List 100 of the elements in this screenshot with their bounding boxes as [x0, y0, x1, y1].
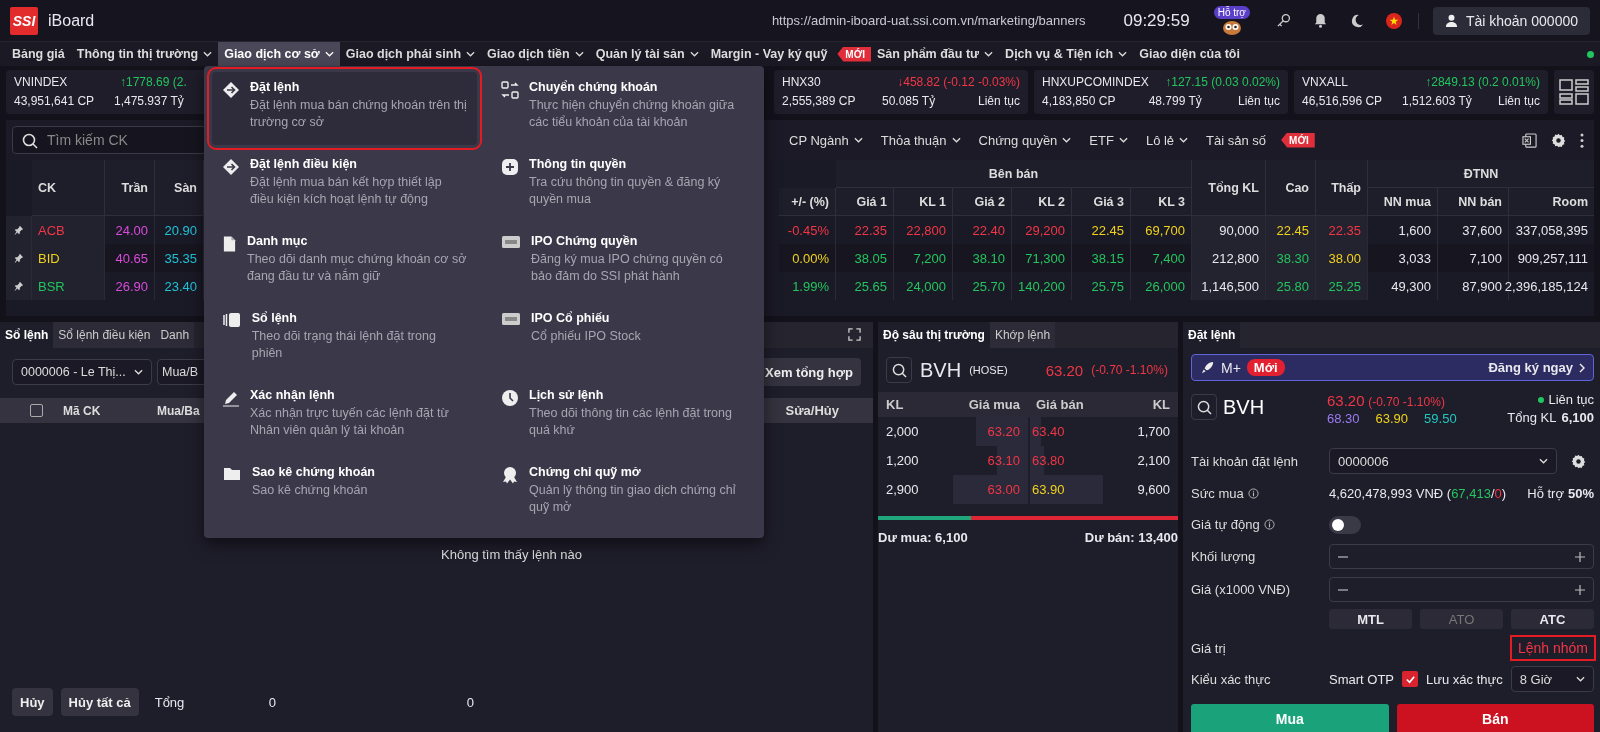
group-order-link[interactable]: Lệnh nhóm	[1511, 637, 1594, 659]
panel-tab[interactable]: Khớp lệnh	[989, 322, 1056, 348]
account-select[interactable]: 0000006	[1329, 448, 1557, 474]
cancel-all-button[interactable]: Hủy tất cả	[60, 688, 139, 716]
document-icon	[222, 235, 237, 253]
flag-icon[interactable]	[1385, 12, 1402, 29]
stock-symbol[interactable]: ACB	[32, 216, 105, 244]
search-icon	[22, 133, 38, 149]
expand-icon[interactable]	[848, 328, 861, 341]
moon-icon[interactable]	[1349, 13, 1364, 28]
index-change: ↑1778.69 (2.	[120, 75, 187, 90]
more-icon[interactable]	[1580, 132, 1584, 148]
table-cell: 25.65	[836, 272, 894, 300]
panel-tab[interactable]: Danh	[155, 322, 195, 348]
menu-item[interactable]: Thông tin quyền Tra cứu thông tin quyền & đăng ký quyền mua	[491, 149, 756, 222]
field-label: Giá trị	[1191, 640, 1226, 656]
menu-item[interactable]: Chứng chỉ quỹ mở Quản lý thông tin giao dịch chứng chỉ quỹ mở	[491, 457, 756, 530]
account-button[interactable]: Tài khoản 000000	[1432, 6, 1590, 35]
auth-method: Smart OTP	[1329, 671, 1394, 687]
board-filter[interactable]: Lô lẻ	[1138, 132, 1196, 148]
menu-item[interactable]: Đặt lệnh điều kiện Đặt lệnh mua bán kết hợp thiết lập điều kiện kích hoạt lệnh tự động	[212, 149, 477, 222]
search-button[interactable]	[886, 357, 912, 383]
medal-icon	[501, 466, 519, 484]
stock-symbol[interactable]: BSR	[32, 272, 105, 300]
settings-icon[interactable]	[1571, 453, 1586, 469]
menu-item[interactable]: Sao kê chứng khoán Sao kê chứng khoán	[212, 457, 477, 530]
index-card[interactable]: HNX30 ↓458.82 (-0.12 -0.03%) 2,555,389 CP 50.085 Tỷ Liên tục	[774, 70, 1028, 114]
board-filter[interactable]: Thỏa thuận	[873, 132, 968, 148]
price-type-button[interactable]: ATC	[1511, 609, 1594, 629]
index-card[interactable]: VNXALL ↑2849.13 (0.2 0.01%) 46,516,596 CP 1,512.603 Tỷ Liên tục	[1294, 70, 1548, 114]
remember-checkbox[interactable]	[1402, 671, 1418, 687]
nav-menu-item[interactable]: Quản lý tài sản	[589, 42, 705, 66]
plus-icon	[501, 158, 519, 176]
panel-tab[interactable]: Độ sâu thị trường	[878, 322, 990, 348]
user-icon	[1444, 14, 1458, 27]
nav-menu-item[interactable]: Giao diện của tôi	[1133, 42, 1246, 66]
nav-menu-item[interactable]: Thông tin thị trường	[70, 42, 219, 66]
bell-icon[interactable]	[1312, 13, 1328, 28]
ticket-icon	[501, 235, 521, 249]
index-card[interactable]: HNXUPCOMINDEX ↑127.15 (0.03 0.02%) 4,183,850 CP 48.799 Tỷ Liên tục	[1034, 70, 1288, 114]
new-badge: Mới	[1246, 359, 1285, 376]
pin-icon[interactable]	[13, 281, 24, 291]
table-cell: 140,200	[1012, 272, 1072, 300]
board-filter[interactable]: CP Ngành	[782, 132, 870, 148]
total-value: 0	[466, 694, 474, 710]
number-input-field[interactable]	[1329, 544, 1594, 569]
nav-menu-item[interactable]: Dịch vụ & Tiện ích	[999, 42, 1134, 66]
board-filter[interactable]: Tài sản số	[1199, 132, 1274, 148]
toggle-switch[interactable]	[1329, 515, 1361, 534]
price-type-button[interactable]: MTL	[1329, 609, 1412, 629]
excel-export-icon[interactable]	[1522, 132, 1537, 148]
layout-grid-icon[interactable]	[1554, 70, 1594, 114]
stock-symbol[interactable]: BID	[32, 244, 105, 272]
plus-icon[interactable]	[1575, 584, 1585, 595]
menu-item[interactable]: Lịch sử lệnh Theo dõi thông tin các lệnh đặt trong quá khứ	[491, 380, 756, 453]
index-volume: 2,555,389 CP	[782, 94, 857, 109]
nav-menu-item[interactable]: Margin - Vay ký quỹ	[704, 42, 834, 66]
checkmark-icon	[1404, 673, 1416, 685]
key-icon[interactable]	[1275, 13, 1291, 28]
support-badge[interactable]: Hỗ trợ	[1213, 6, 1250, 19]
board-filter[interactable]: ETF	[1082, 132, 1135, 148]
register-link[interactable]: Đăng ký ngay	[1488, 360, 1585, 375]
pin-icon[interactable]	[13, 225, 24, 235]
caret-icon	[466, 51, 476, 57]
column-header: Giá 3	[1072, 188, 1131, 216]
menu-item-title: Xác nhận lệnh	[250, 388, 336, 402]
panel-tab[interactable]: Sổ lệnh	[0, 322, 54, 348]
nav-menu-item[interactable]: Giao dịch tiền	[481, 42, 590, 66]
cancel-button[interactable]: Hủy	[12, 688, 53, 716]
menu-item-description: Cổ phiếu IPO Stock	[531, 328, 641, 345]
select-all-checkbox[interactable]	[30, 404, 43, 417]
nav-menu-item[interactable]: Sản phẩm đầu tư	[871, 42, 1000, 66]
menu-item[interactable]: Danh mục Theo dõi danh mục chứng khoán cơ sở đang đầu tư và nắm giữ	[212, 226, 477, 299]
nav-menu-item[interactable]: Giao dịch phái sinh	[339, 42, 482, 66]
exchange-label: (HOSE)	[969, 364, 1008, 376]
search-button[interactable]	[1191, 394, 1217, 420]
pin-icon[interactable]	[13, 253, 24, 263]
symbol-input-field[interactable]: BVH	[1223, 395, 1313, 419]
price-cell: 35.35	[155, 244, 204, 272]
panel-tab[interactable]: Đặt lệnh	[1183, 322, 1241, 348]
account-select[interactable]: 0000006 - Le Thị...	[12, 359, 152, 385]
plus-icon[interactable]	[1575, 551, 1585, 562]
menu-item[interactable]: Chuyển chứng khoán Thực hiện chuyển chứng khoán giữa các tiểu khoản của tài khoản	[491, 72, 756, 145]
stock-search-field[interactable]: Tìm kiếm CK	[12, 126, 206, 154]
sell-button[interactable]: Bán	[1396, 704, 1594, 732]
settings-icon[interactable]	[1551, 132, 1566, 148]
board-filter[interactable]: Chứng quyền	[971, 132, 1079, 148]
table-cell: 22.45	[1266, 216, 1316, 244]
index-value: 50.085 Tỷ	[882, 94, 937, 109]
nav-menu-item[interactable]: Giao dịch cơ sở	[218, 42, 340, 66]
nav-menu-item[interactable]: Bảng giá	[6, 42, 71, 66]
panel-tab[interactable]: Sổ lệnh điều kiện	[53, 322, 156, 348]
number-input-field[interactable]	[1329, 577, 1594, 602]
owl-icon[interactable]	[1221, 19, 1242, 35]
logo[interactable]: SSI	[10, 6, 38, 35]
duration-select[interactable]: 8 Giờ	[1510, 666, 1594, 692]
menu-item[interactable]: IPO Cổ phiếu Cổ phiếu IPO Stock	[491, 303, 756, 376]
price-cell: 40.65	[105, 244, 155, 272]
promo-banner[interactable]: M+ Mới Đăng ký ngay	[1191, 354, 1594, 381]
menu-item[interactable]: IPO Chứng quyền Đăng ký mua IPO chứng quyền có bảo đảm do SSI phát hành	[491, 226, 756, 299]
